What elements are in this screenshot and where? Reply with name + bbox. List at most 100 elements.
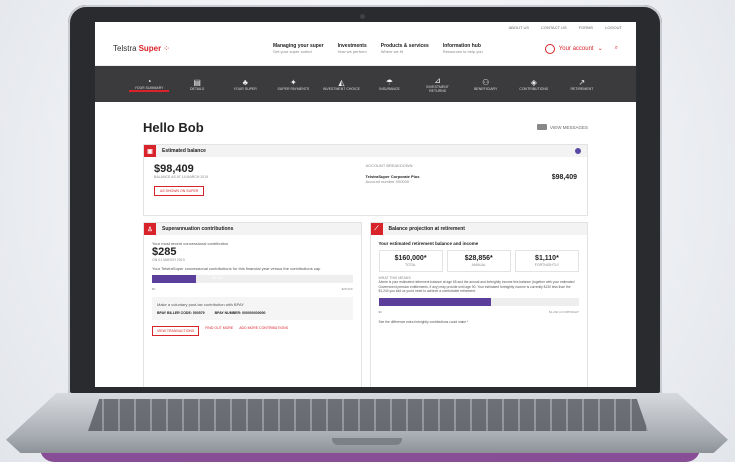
projection-annual: $28,856* ANNUAL	[446, 250, 511, 272]
wallet-icon: ▣	[144, 145, 156, 157]
about-us-link[interactable]: ABOUT US	[509, 25, 529, 30]
search-icon[interactable]: ⌕	[615, 45, 618, 52]
page-title: Hello Bob	[143, 119, 204, 135]
people-icon: ⚇	[482, 77, 490, 87]
balance-date: BALANCE AS AT 14 MARCH 2019	[154, 175, 209, 179]
card-header: ♙ Superannuation contributions	[144, 223, 361, 235]
projection-footnote[interactable]: See the difference extra fortnightly con…	[379, 320, 580, 324]
bottom-cards: ♙ Superannuation contributions Your most…	[143, 222, 588, 387]
chevron-down-icon: ⌄	[597, 46, 603, 52]
icon-nav-payments[interactable]: ✦ SUPER PAYMENTS	[273, 78, 313, 91]
fortnightly-value: $1,110*	[535, 255, 559, 262]
header-nav: Managing your super Get your super sorted…	[233, 43, 545, 55]
contrib-bar-value: $5,424	[212, 276, 223, 280]
as-shown-button[interactable]: AS SHOWN ON SUPER	[154, 186, 205, 196]
total-label: TOTAL	[405, 263, 417, 267]
nav-sub: How we perform	[337, 48, 367, 54]
explain-text: Above is your estimated retirement balan…	[378, 280, 575, 294]
view-transactions-button[interactable]: VIEW TRANSACTIONS	[152, 326, 200, 336]
account-label: Your account	[558, 45, 594, 52]
view-messages-link[interactable]: VIEW MESSAGES	[536, 124, 588, 130]
icon-nav-insurance[interactable]: ☂ INSURANCE	[370, 78, 410, 91]
contrib-range: $0 $25,000	[152, 287, 353, 291]
icon-nav-investment-choice[interactable]: ◭ INVESTMENT CHOICE	[321, 78, 361, 91]
icon-nav-retirement[interactable]: ↗ RETIREMENT	[562, 78, 602, 91]
nav-sub: Get your super sorted	[273, 48, 312, 54]
laptop-lid: ABOUT US CONTACT US FORMS LOGOUT Telstra…	[68, 5, 662, 395]
contact-us-link[interactable]: CONTACT US	[541, 25, 567, 30]
projection-max: $1,240 A FORTNIGHT	[549, 309, 579, 314]
bpay-codes: BPAY BILLER CODE: 500579 BPAY NUMBER: 00…	[157, 311, 348, 315]
chart-icon: ◭	[338, 77, 345, 87]
piggy-icon: ♣	[242, 77, 248, 87]
logout-link[interactable]: LOGOUT	[605, 25, 622, 30]
projection-bar	[378, 297, 579, 306]
main-content: Hello Bob VIEW MESSAGES ▣ Estimated bala…	[95, 102, 636, 387]
nav-managing-super[interactable]: Managing your super Get your super sorted	[273, 43, 324, 55]
total-value: $160,000*	[394, 255, 427, 262]
contrib-note: Your TelstraSuper concessional contribut…	[152, 266, 321, 271]
utility-bar: ABOUT US CONTACT US FORMS LOGOUT	[95, 22, 636, 32]
range-max: $25,000	[341, 287, 353, 291]
card-title: Superannuation contributions	[162, 226, 234, 232]
find-out-more-link[interactable]: FIND OUT MORE	[205, 326, 233, 336]
contrib-date: ON 01 MARCH 2019	[152, 258, 185, 262]
laptop-screen: ABOUT US CONTACT US FORMS LOGOUT Telstra…	[95, 22, 636, 387]
projection-min: $0	[378, 309, 382, 314]
info-icon[interactable]	[575, 148, 581, 154]
annual-label: ANNUAL	[471, 263, 486, 267]
envelope-icon	[536, 124, 547, 130]
add-contributions-link[interactable]: ADD MORE CONTRIBUTIONS	[239, 326, 288, 336]
person-icon: ♙	[144, 223, 156, 235]
icon-nav-returns[interactable]: ⊿ INVESTMENT RETURNS	[418, 76, 458, 93]
nav-info-hub[interactable]: Information hub Resources to help you	[443, 43, 483, 55]
balance-amount: $98,409	[154, 163, 194, 175]
brand-logo[interactable]: Telstra Super ⁘	[113, 44, 233, 53]
view-messages-label: VIEW MESSAGES	[549, 124, 588, 130]
nav-investments[interactable]: Investments How we perform	[338, 43, 367, 55]
icon-nav-beneficiary[interactable]: ⚇ BENEFICIARY	[466, 78, 506, 91]
bpay-box: Make a voluntary post-tax contribution w…	[152, 297, 353, 320]
projection-bar-fill	[378, 297, 491, 306]
icon-nav-label: BENEFICIARY	[474, 86, 498, 91]
nav-products[interactable]: Products & services Where we fit	[381, 43, 429, 55]
fortnightly-label: FORTNIGHTLY	[534, 263, 560, 267]
projection-boxes: $160,000* TOTAL $28,856* ANNUAL $1,110* FOR…	[378, 250, 580, 272]
card-header: ▣ Estimated balance	[144, 145, 587, 157]
icon-nav-label: YOUR SUPER	[233, 86, 257, 91]
account-breakdown: ACCOUNT BREAKDOWN TelstraSuper Corporate…	[366, 163, 578, 209]
contrib-cap-bar: $5,424	[152, 275, 353, 283]
icon-nav-your-super[interactable]: ♣ YOUR SUPER	[225, 78, 265, 91]
nav-sub: Where we fit	[380, 48, 403, 54]
projection-total: $160,000* TOTAL	[378, 250, 443, 272]
title-row: Hello Bob VIEW MESSAGES	[143, 116, 588, 138]
icon-nav-label: CONTRIBUTIONS	[519, 86, 549, 91]
camera	[360, 14, 365, 19]
estimated-balance-card: ▣ Estimated balance $98,409 BALANCE AS A…	[143, 144, 588, 216]
icon-nav-label: YOUR SUMMARY	[134, 85, 164, 90]
icon-nav-details[interactable]: ▤ DETAILS	[177, 78, 217, 91]
bpay-biller-code: BPAY BILLER CODE: 500579	[157, 311, 205, 315]
icon-nav-label: SUPER PAYMENTS	[277, 86, 310, 91]
account-amount: $98,409	[551, 174, 577, 181]
account-menu[interactable]: Your account ⌄ ⌕	[544, 43, 618, 54]
icon-nav-label: INVESTMENT CHOICE	[322, 86, 360, 91]
gauge-icon: ◔	[146, 76, 152, 86]
annual-value: $28,856*	[464, 255, 493, 262]
icon-nav-label: DETAILS	[189, 86, 205, 91]
trend-icon: ↗	[578, 77, 586, 87]
laptop-notch	[332, 438, 402, 445]
forms-link[interactable]: FORMS	[579, 25, 593, 30]
brand-name-part1: Telstra	[113, 44, 137, 53]
icon-nav-label: RETIREMENT	[570, 86, 594, 91]
icon-nav-label: INSURANCE	[379, 86, 400, 91]
projection-fortnightly: $1,110* FORTNIGHTLY	[514, 250, 580, 272]
account-icon	[544, 43, 555, 54]
umbrella-icon: ☂	[385, 77, 394, 87]
brand-dots-icon: ⁘	[163, 44, 170, 53]
site-header: Telstra Super ⁘ Managing your super Get yo…	[95, 32, 636, 66]
bpay-note: Make a voluntary post-tax contribution w…	[157, 302, 245, 307]
icon-nav-contributions[interactable]: ◈ CONTRIBUTIONS	[514, 78, 554, 91]
card-header: ⟋ Balance projection at retirement	[370, 223, 587, 235]
icon-nav-summary[interactable]: ◔ YOUR SUMMARY	[129, 76, 170, 92]
